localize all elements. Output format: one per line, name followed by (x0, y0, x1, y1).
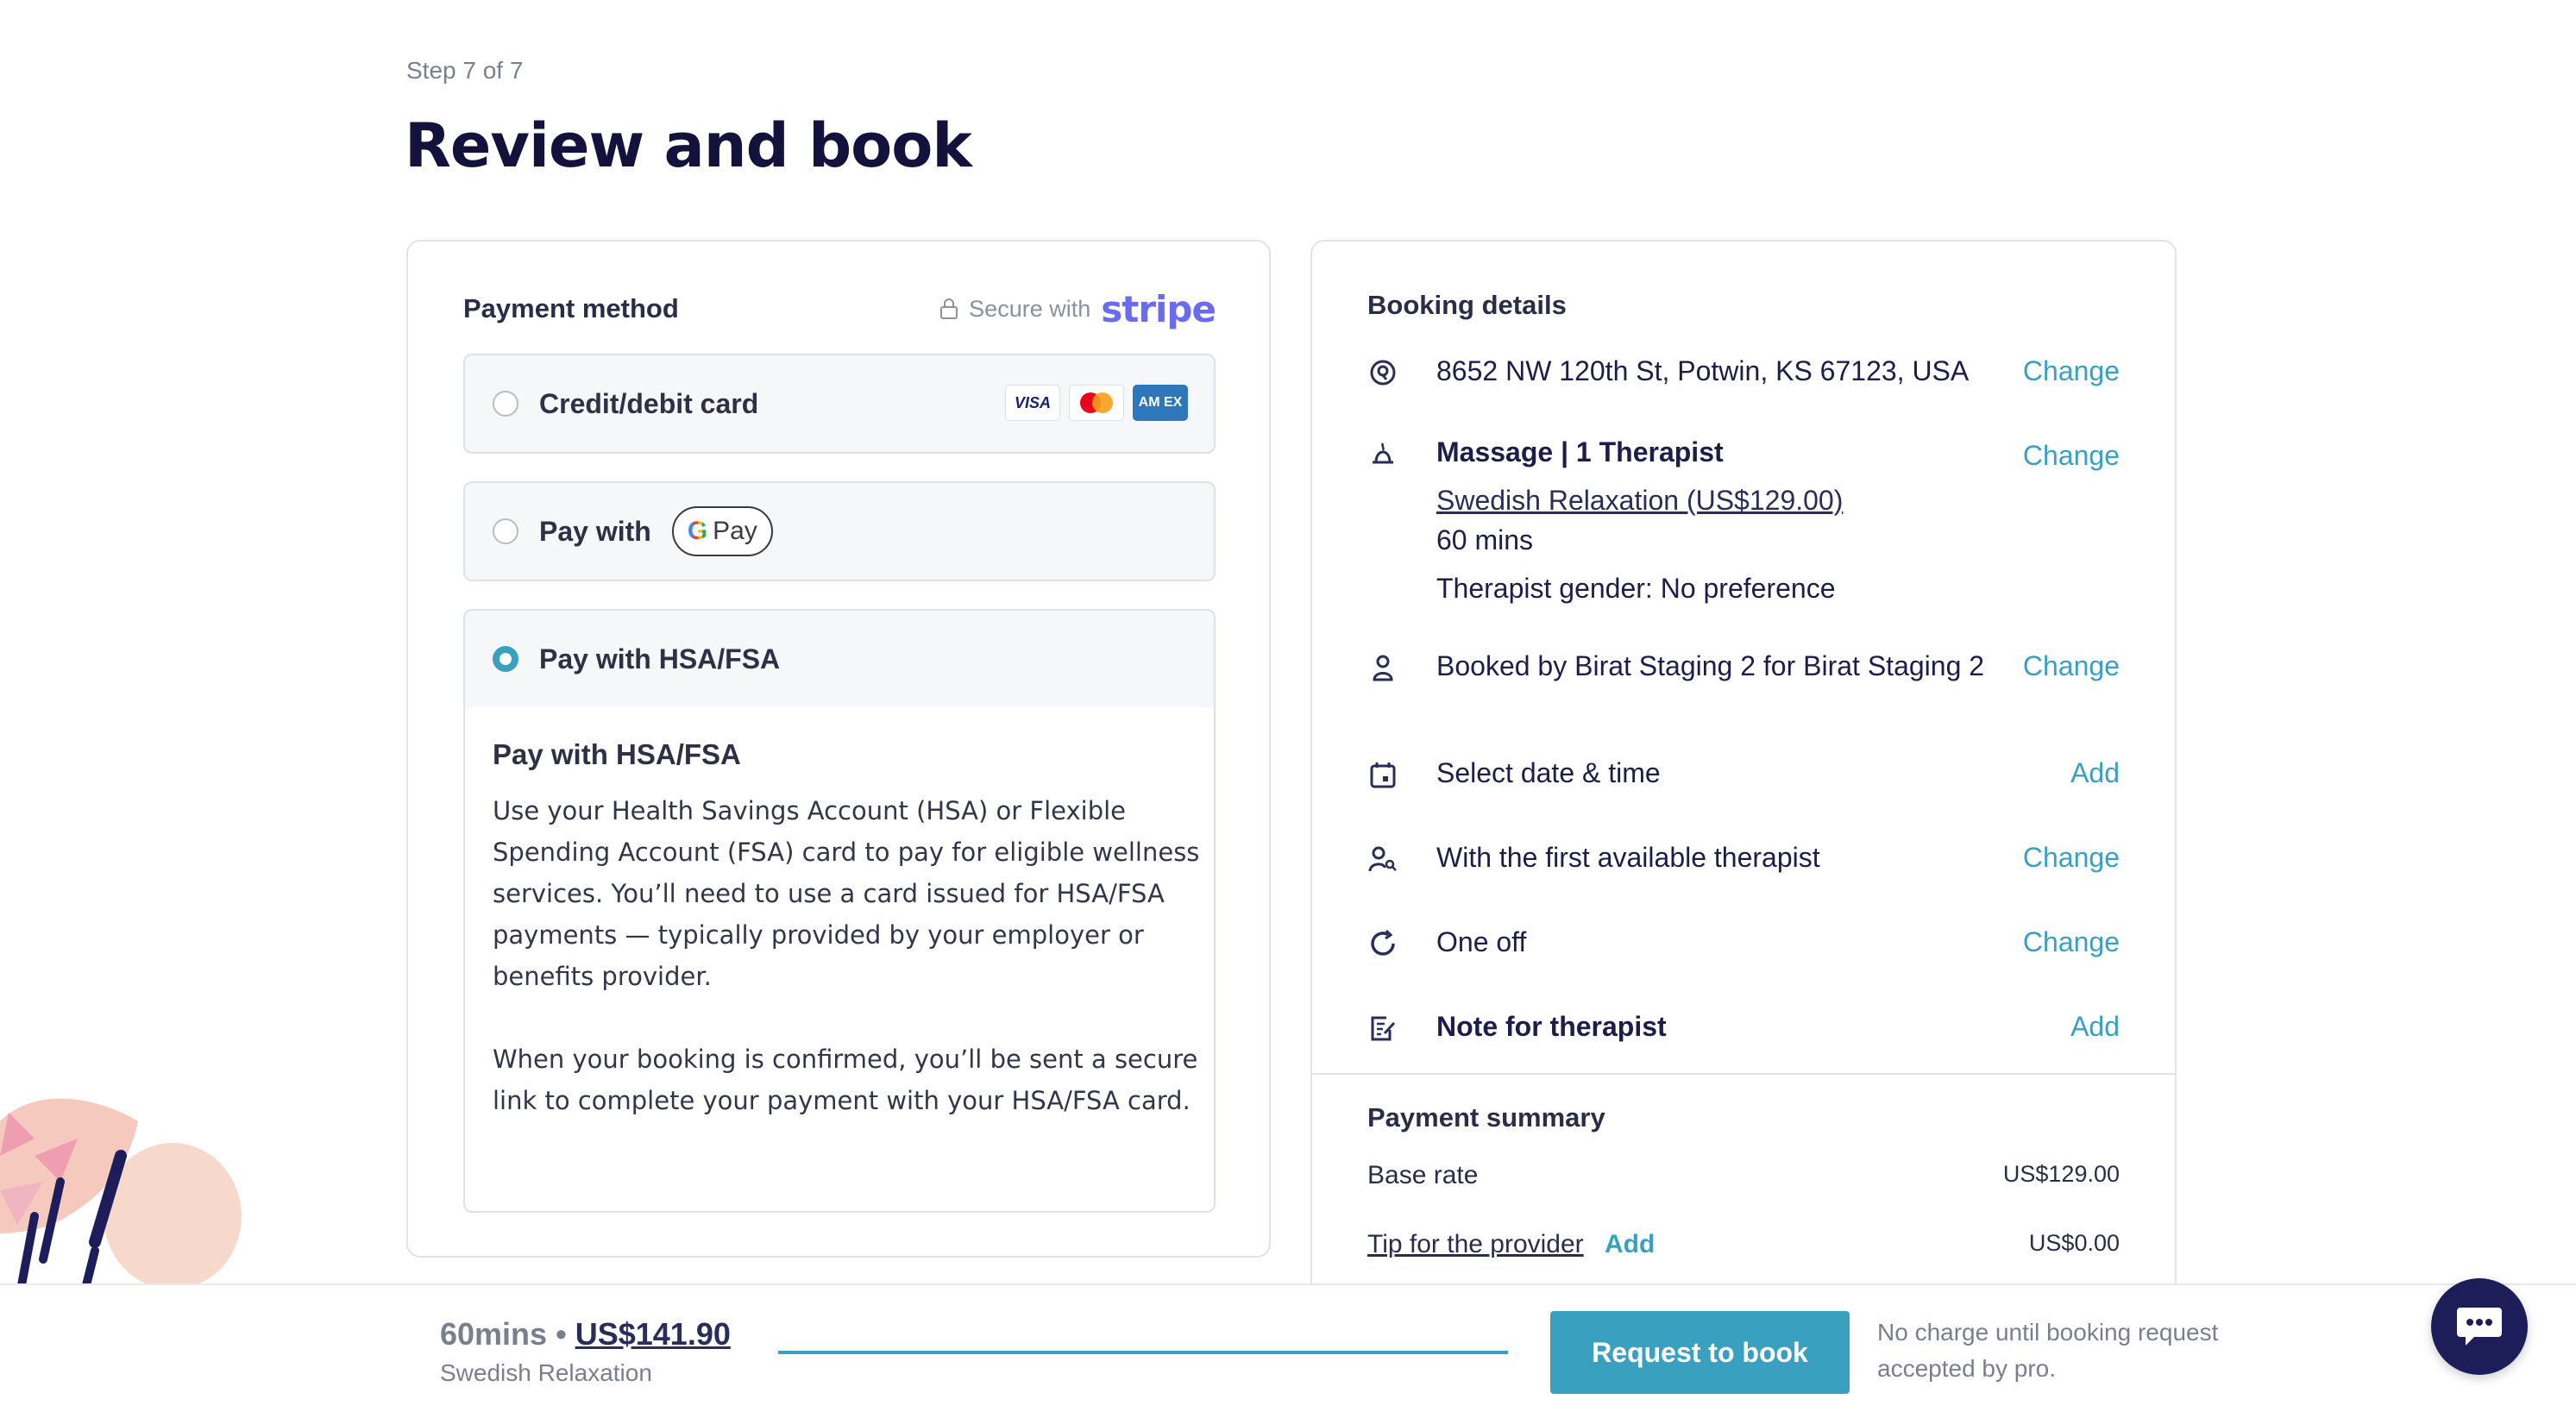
booking-details-card: Booking details 8652 NW 120th St, Potwin… (1310, 240, 2177, 1309)
service-duration: 60 mins (1436, 524, 1534, 555)
location-icon (1370, 360, 1396, 386)
step-indicator: Step 7 of 7 (406, 57, 524, 84)
tip-row: Tip for the provider Add US$0.00 (1367, 1230, 2120, 1259)
therapist-text: With the first available therapist (1436, 842, 1820, 873)
base-rate-label: Base rate (1367, 1161, 1479, 1189)
chat-button[interactable] (2431, 1278, 2528, 1375)
note-edit-icon (1371, 1016, 1396, 1041)
option-google-pay[interactable]: Pay with G Pay (463, 481, 1216, 581)
tip-label-link[interactable]: Tip for the provider (1367, 1230, 1584, 1258)
calendar-icon (1370, 762, 1396, 788)
hsa-fsa-info: Pay with HSA/FSA Use your Health Savings… (493, 738, 1200, 1121)
therapist-change-link[interactable]: Change (2023, 842, 2120, 874)
service-title: Massage | 1 Therapist (1436, 436, 1724, 467)
secure-label: Secure with (969, 295, 1091, 322)
radio-hsa-fsa[interactable] (493, 646, 518, 672)
therapist-row: With the first available therapist Chang… (1367, 842, 2120, 876)
mastercard-icon (1069, 385, 1124, 421)
option-credit-card[interactable]: Credit/debit card VISA AM EX (463, 354, 1216, 454)
divider (1312, 1073, 2175, 1075)
radio-google-pay[interactable] (493, 518, 518, 544)
footer-summary: 60mins • US$141.90 (440, 1316, 731, 1352)
booking-footer: 60mins • US$141.90 Swedish Relaxation Re… (0, 1283, 2576, 1418)
booked-by-row: Booked by Birat Staging 2 for Birat Stag… (1367, 650, 2120, 719)
therapist-search-icon (1368, 846, 1397, 872)
frequency-text: One off (1436, 926, 1527, 957)
base-rate-amount: US$129.00 (2002, 1161, 2120, 1187)
address-change-link[interactable]: Change (2023, 355, 2120, 387)
payment-method-card: Payment method Secure with stripe Credit… (406, 240, 1271, 1258)
payment-summary-title: Payment summary (1367, 1102, 1605, 1133)
hsa-fsa-title: Pay with HSA/FSA (493, 738, 741, 770)
tip-amount: US$0.00 (2028, 1230, 2120, 1256)
frequency-row: One off Change (1367, 926, 2120, 961)
payment-method-header: Payment method Secure with stripe (463, 288, 1216, 330)
therapist-gender: Therapist gender: No preference (1436, 573, 1836, 604)
address-text: 8652 NW 120th St, Potwin, KS 67123, USA (1436, 355, 1970, 386)
note-row: Note for therapist Add (1367, 1011, 2120, 1045)
lock-icon (940, 298, 958, 319)
note-add-link[interactable]: Add (2070, 1011, 2120, 1043)
refresh-icon (1371, 929, 1395, 956)
visa-icon: VISA (1005, 385, 1060, 421)
request-to-book-button[interactable]: Request to book (1550, 1311, 1850, 1394)
hsa-fsa-description: Use your Health Savings Account (HSA) or… (493, 796, 1200, 991)
option-hsa-fsa-label: Pay with HSA/FSA (539, 643, 781, 674)
date-add-link[interactable]: Add (2070, 757, 2120, 789)
frequency-change-link[interactable]: Change (2023, 926, 2120, 958)
massage-icon (1373, 442, 1393, 464)
option-google-pay-label: Pay with (539, 515, 651, 547)
secure-with-stripe: Secure with stripe (939, 288, 1216, 330)
amex-icon: AM EX (1133, 385, 1188, 421)
decorative-illustration (0, 1098, 242, 1285)
radio-credit-card[interactable] (493, 391, 518, 417)
date-row: Select date & time Add (1367, 757, 2120, 792)
base-rate-row: Base rate US$129.00 (1367, 1161, 2120, 1190)
option-hsa-fsa[interactable]: Pay with HSA/FSA Pay with HSA/FSA Use yo… (463, 609, 1216, 1213)
stripe-logo: stripe (1101, 287, 1216, 330)
person-icon (1373, 655, 1393, 681)
tip-add-link[interactable]: Add (1605, 1230, 1655, 1258)
booked-by-text: Booked by Birat Staging 2 for Birat Stag… (1436, 650, 1985, 681)
google-pay-icon: G Pay (671, 506, 773, 556)
address-row: 8652 NW 120th St, Potwin, KS 67123, USA … (1367, 355, 2120, 390)
date-text: Select date & time (1436, 757, 1661, 788)
page-title: Review and book (405, 110, 972, 181)
footer-duration: 60mins (440, 1316, 548, 1352)
progress-line (778, 1351, 1508, 1354)
booked-by-change-link[interactable]: Change (2023, 650, 2120, 682)
card-brands: VISA AM EX (1005, 385, 1188, 421)
note-text: Note for therapist (1436, 1011, 1667, 1042)
chat-icon (2457, 1308, 2502, 1346)
service-change-link[interactable]: Change (2023, 440, 2120, 472)
booking-details-title: Booking details (1367, 290, 1567, 320)
hsa-fsa-confirmation-note: When your booking is confirmed, you’ll b… (493, 1045, 1198, 1115)
footer-separator: • (556, 1316, 567, 1352)
service-row: Massage | 1 Therapist Swedish Relaxation… (1367, 436, 2120, 609)
service-treatment-link[interactable]: Swedish Relaxation (US$129.00) (1436, 485, 1989, 516)
footer-service: Swedish Relaxation (440, 1359, 652, 1386)
footer-price-link[interactable]: US$141.90 (575, 1316, 731, 1352)
payment-method-title: Payment method (463, 293, 679, 323)
footer-note: No charge until booking request accepted… (1877, 1319, 2219, 1382)
option-credit-card-label: Credit/debit card (539, 387, 759, 419)
